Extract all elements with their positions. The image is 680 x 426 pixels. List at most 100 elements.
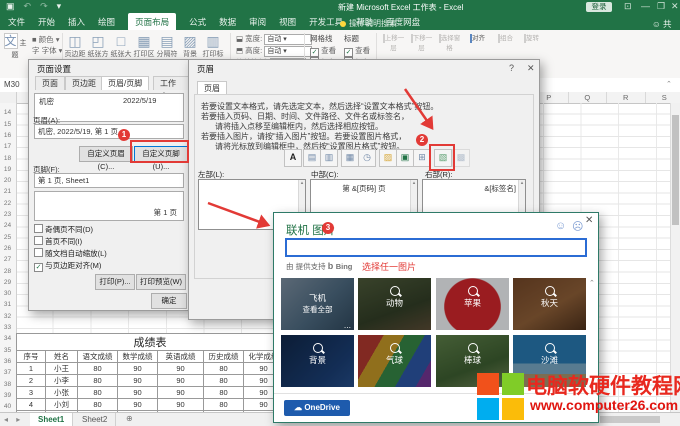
breaks-button[interactable]: ▤分隔符 xyxy=(156,33,178,59)
close-icon[interactable]: ✕ xyxy=(671,1,679,12)
sheet-nav-arrows[interactable]: ◂ ▸ xyxy=(4,415,23,424)
image-tile-apple[interactable]: 苹果 xyxy=(436,278,509,330)
row-header[interactable]: 19 xyxy=(0,164,15,175)
feedback-smile-icon[interactable]: ☺ xyxy=(555,220,566,232)
tab-home[interactable]: 开始 xyxy=(38,16,55,28)
theme-colors-button[interactable]: ■ 颜色 ▾ xyxy=(32,34,59,45)
insert-time-button[interactable]: ◷ xyxy=(358,149,376,167)
headings-view-checkbox[interactable]: ✓ 查看 xyxy=(344,45,370,57)
row-header[interactable]: 33 xyxy=(0,322,15,333)
print-preview-button[interactable]: 打印预览(W) xyxy=(136,274,186,290)
row-header[interactable]: 39 xyxy=(0,390,15,401)
feedback-frown-icon[interactable]: ☹ xyxy=(572,220,583,233)
row-header[interactable]: 30 xyxy=(0,288,15,299)
column-header-q[interactable]: Q xyxy=(569,92,608,103)
tab-formulas[interactable]: 公式 xyxy=(189,16,206,28)
tab-insert[interactable]: 插入 xyxy=(68,16,85,28)
signin-button[interactable]: 登录 xyxy=(586,2,612,12)
close-icon[interactable]: ✕ xyxy=(585,215,593,226)
sheet-tab-sheet1[interactable]: Sheet1 xyxy=(30,413,73,426)
row-header[interactable]: 35 xyxy=(0,345,15,356)
themes-button[interactable]: 文 主题 xyxy=(2,32,28,60)
undo-icon[interactable]: ↶ xyxy=(24,1,32,12)
help-icon[interactable]: ? xyxy=(509,63,514,73)
align-margins-checkbox[interactable]: ✓ 与页边距对齐(M) xyxy=(34,260,101,272)
odd-even-checkbox[interactable]: 奇偶页不同(D) xyxy=(34,224,93,235)
column-header-r[interactable]: R xyxy=(607,92,646,103)
format-text-button[interactable]: A xyxy=(284,149,302,167)
close-icon[interactable]: ✕ xyxy=(527,63,535,74)
background-button[interactable]: ▨背景 xyxy=(179,33,201,59)
row-header[interactable]: 31 xyxy=(0,299,15,310)
row-header[interactable]: 25 xyxy=(0,232,15,243)
row-header[interactable]: 21 xyxy=(0,186,15,197)
insert-file-path-button[interactable]: ▨ xyxy=(379,149,397,167)
insert-page-count-button[interactable]: ▥ xyxy=(320,149,338,167)
image-tile-balloons[interactable]: 气球 xyxy=(358,335,431,387)
theme-fonts-button[interactable]: 字 字体 ▾ xyxy=(32,45,62,56)
footer-dropdown[interactable]: 第 1 页, Sheet1 xyxy=(34,173,184,188)
tab-header-footer[interactable]: 页眉/页脚 xyxy=(101,76,149,90)
header-dropdown[interactable]: 机密, 2022/5/19, 第 1 页 xyxy=(34,124,184,139)
minimize-icon[interactable]: — xyxy=(641,1,650,11)
row-header[interactable]: 26 xyxy=(0,243,15,254)
new-sheet-icon[interactable]: ⊕ xyxy=(126,414,133,423)
formula-bar-collapse-icon[interactable]: ⌃ xyxy=(666,80,672,88)
select-all-corner[interactable] xyxy=(0,92,17,103)
custom-header-button[interactable]: 自定义页眉(C)... xyxy=(79,146,133,162)
print-button[interactable]: 打印(P)... xyxy=(95,274,135,290)
first-page-checkbox[interactable]: 首页不同(I) xyxy=(34,236,82,247)
scale-height-field[interactable]: ⬒ 高度: 自动 ▾ xyxy=(236,45,312,57)
image-search-input[interactable] xyxy=(285,238,587,257)
tab-page[interactable]: 页面 xyxy=(35,76,65,90)
column-header-s[interactable]: S xyxy=(646,92,680,103)
tab-sheet[interactable]: 工作表 xyxy=(153,76,189,90)
align-button[interactable]: 对齐 xyxy=(464,32,491,42)
row-header[interactable]: 24 xyxy=(0,220,15,231)
row-header[interactable]: 15 xyxy=(0,119,15,130)
scale-with-doc-checkbox[interactable]: 随文档自动缩放(L) xyxy=(34,248,107,259)
tab-review[interactable]: 审阅 xyxy=(249,16,266,28)
tab-file[interactable]: 文件 xyxy=(8,16,25,28)
tab-developer[interactable]: 开发工具 xyxy=(309,16,343,28)
row-header[interactable]: 18 xyxy=(0,153,15,164)
save-icon[interactable]: ▣ xyxy=(6,1,15,12)
onedrive-button[interactable]: ☁ OneDrive xyxy=(284,400,350,416)
image-tile-autumn[interactable]: 秋天 xyxy=(513,278,586,330)
row-header[interactable]: 14 xyxy=(0,107,15,118)
gridlines-view-checkbox[interactable]: ✓ 查看 xyxy=(310,45,336,57)
image-tile-airplane[interactable]: 飞机 查看全部 ... xyxy=(281,278,354,330)
image-tile-animals[interactable]: 动物 xyxy=(358,278,431,330)
tab-page-layout[interactable]: 页面布局 xyxy=(128,13,176,31)
row-header[interactable]: 40 xyxy=(0,401,15,412)
row-header[interactable]: 27 xyxy=(0,254,15,265)
row-header[interactable]: 22 xyxy=(0,198,15,209)
tab-margins[interactable]: 页边距 xyxy=(65,76,103,90)
margins-button[interactable]: ◫页边距 xyxy=(64,33,86,59)
insert-file-name-button[interactable]: ▣ xyxy=(396,149,414,167)
image-tile-background[interactable]: 背景 xyxy=(281,335,354,387)
row-header[interactable]: 16 xyxy=(0,130,15,141)
insert-page-number-button[interactable]: ▤ xyxy=(303,149,321,167)
redo-icon[interactable]: ↷ xyxy=(40,1,48,12)
row-header[interactable]: 32 xyxy=(0,311,15,322)
row-header[interactable]: 28 xyxy=(0,266,15,277)
row-header[interactable]: 37 xyxy=(0,367,15,378)
restore-icon[interactable]: ❐ xyxy=(657,1,665,12)
customize-qat-icon[interactable]: ▾ xyxy=(57,1,62,12)
tab-header[interactable]: 页眉 xyxy=(197,81,227,95)
scrollbar-thumb[interactable] xyxy=(672,115,679,225)
sheet-tab-sheet2[interactable]: Sheet2 xyxy=(74,413,116,426)
ok-button[interactable]: 确定 xyxy=(151,293,187,309)
tab-view[interactable]: 视图 xyxy=(279,16,296,28)
row-header[interactable]: 38 xyxy=(0,379,15,390)
tab-draw[interactable]: 绘图 xyxy=(98,16,115,28)
row-header[interactable]: 20 xyxy=(0,175,15,186)
row-header[interactable]: 34 xyxy=(0,333,15,344)
row-header[interactable]: 23 xyxy=(0,209,15,220)
scale-width-field[interactable]: ⬓ 宽度: 自动 ▾ xyxy=(236,33,312,45)
row-header[interactable]: 17 xyxy=(0,141,15,152)
row-header[interactable]: 29 xyxy=(0,277,15,288)
insert-date-button[interactable]: ▦ xyxy=(341,149,359,167)
tab-data[interactable]: 数据 xyxy=(219,16,236,28)
